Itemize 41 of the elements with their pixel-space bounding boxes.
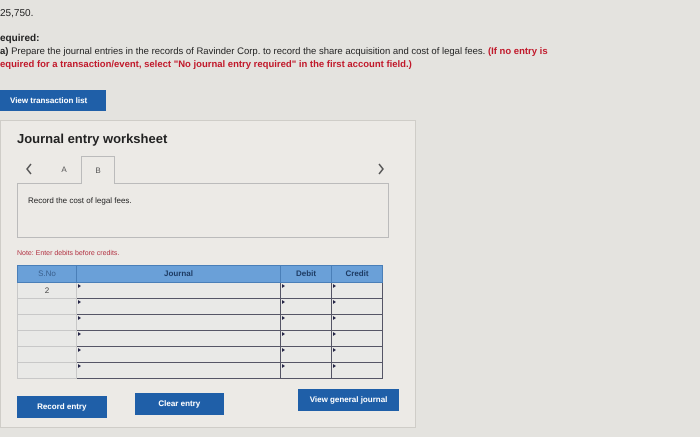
- tab[interactable]: A: [47, 156, 81, 183]
- journal-input-field[interactable]: [76, 346, 280, 362]
- journal-input-field[interactable]: [76, 298, 280, 314]
- debit-input-field[interactable]: [280, 330, 332, 346]
- debit-input-field[interactable]: [280, 314, 332, 330]
- credit-input-field[interactable]: [332, 298, 382, 314]
- debit-input-field[interactable]: [280, 282, 332, 298]
- action-button[interactable]: View general journal: [298, 388, 400, 411]
- journal-input-field[interactable]: [76, 362, 280, 378]
- credit-input-field[interactable]: [332, 346, 382, 362]
- credit-input-field[interactable]: [332, 282, 382, 298]
- debit-input-field[interactable]: [280, 346, 332, 362]
- serial-number-cell: [18, 298, 76, 314]
- amount-text: 25,750.: [0, 8, 34, 19]
- column-header: Debit: [280, 265, 332, 282]
- journal-input-field[interactable]: [76, 282, 280, 298]
- required-heading: equired:: [0, 33, 40, 44]
- journal-input-field[interactable]: [76, 330, 280, 346]
- column-header: Journal: [76, 265, 280, 282]
- journal-input-field[interactable]: [76, 314, 280, 330]
- serial-number-cell: [18, 314, 76, 330]
- tab[interactable]: B: [81, 156, 115, 184]
- action-button[interactable]: Clear entry: [134, 392, 224, 415]
- credit-input-field[interactable]: [332, 314, 382, 330]
- worksheet-title: Journal entry worksheet: [17, 130, 168, 146]
- debit-input-field[interactable]: [280, 362, 332, 378]
- serial-number-cell: 2: [18, 282, 76, 298]
- requirement-text: a) Prepare the journal entries in the records of Ravinder Corp. to record the share acquisition and cost of legal fees. (If no entry is equired for a transaction/event, select "No journal entry required" in the first account field.): [0, 46, 549, 72]
- chevron-right-icon[interactable]: [377, 162, 385, 175]
- view-transaction-list-button[interactable]: View transaction list: [0, 90, 106, 111]
- serial-number-cell: [18, 330, 76, 346]
- column-header: S.No: [18, 265, 76, 282]
- instruction-text: Record the cost of legal fees.: [28, 196, 132, 205]
- column-header: Credit: [332, 265, 382, 282]
- debit-input-field[interactable]: [280, 298, 332, 314]
- serial-number-cell: [18, 346, 76, 362]
- serial-number-cell: [18, 362, 76, 378]
- chevron-left-icon[interactable]: [25, 162, 33, 175]
- credit-input-field[interactable]: [332, 362, 382, 378]
- action-button[interactable]: Record entry: [17, 396, 107, 418]
- credit-input-field[interactable]: [332, 330, 382, 346]
